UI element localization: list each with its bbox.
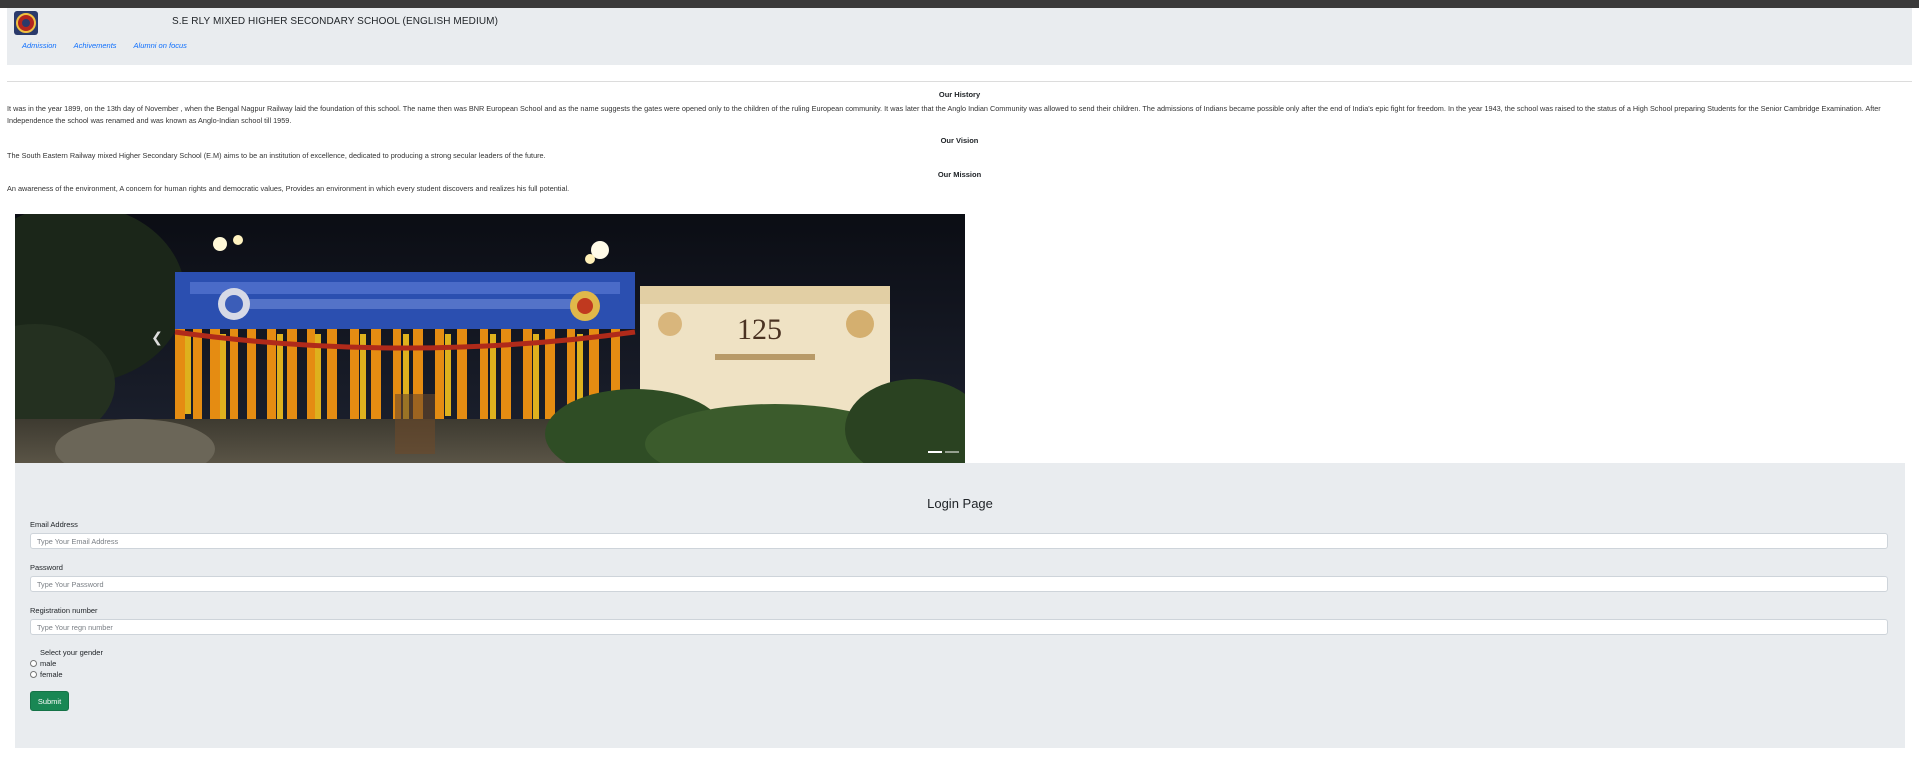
carousel-indicator-1[interactable]: [928, 451, 942, 453]
password-field[interactable]: [30, 576, 1888, 592]
login-section: Login Page Email Address Password Regist…: [15, 463, 1905, 748]
main-nav: Admission Achivements Alumni on focus: [22, 41, 204, 50]
female-label: female: [40, 670, 63, 679]
mission-heading: Our Mission: [937, 170, 982, 179]
email-label: Email Address: [30, 520, 78, 529]
history-heading: Our History: [938, 90, 981, 99]
nav-achievements[interactable]: Achivements: [74, 41, 117, 50]
site-header: S.E RLY MIXED HIGHER SECONDARY SCHOOL (E…: [7, 8, 1912, 65]
school-logo[interactable]: [14, 11, 38, 35]
browser-top-bar: [0, 0, 1919, 8]
carousel-indicators: [928, 451, 959, 453]
vision-text: The South Eastern Railway mixed Higher S…: [7, 151, 546, 160]
divider: [7, 81, 1912, 82]
submit-button[interactable]: Submit: [30, 691, 69, 711]
gender-option-female[interactable]: female: [30, 670, 63, 679]
gender-option-male[interactable]: male: [30, 659, 56, 668]
male-radio[interactable]: [30, 660, 37, 667]
banner-number: 125: [737, 313, 782, 346]
history-text: It was in the year 1899, on the 13th day…: [7, 104, 1881, 125]
gender-label: Select your gender: [40, 648, 103, 657]
registration-label: Registration number: [30, 606, 98, 615]
carousel-indicator-2[interactable]: [945, 451, 959, 453]
female-radio[interactable]: [30, 671, 37, 678]
vision-heading: Our Vision: [940, 136, 979, 145]
chevron-left-icon[interactable]: ❮: [150, 329, 164, 349]
school-name: S.E RLY MIXED HIGHER SECONDARY SCHOOL (E…: [172, 16, 499, 27]
registration-field[interactable]: [30, 619, 1888, 635]
login-title: Login Page: [927, 496, 993, 511]
male-label: male: [40, 659, 57, 668]
nav-admission[interactable]: Admission: [22, 41, 57, 50]
mission-text: An awareness of the environment, A conce…: [7, 184, 570, 193]
password-label: Password: [30, 563, 63, 572]
email-field[interactable]: [30, 533, 1888, 549]
image-carousel[interactable]: 125 ❮: [15, 214, 965, 463]
nav-alumni-on-focus[interactable]: Alumni on focus: [134, 41, 187, 50]
